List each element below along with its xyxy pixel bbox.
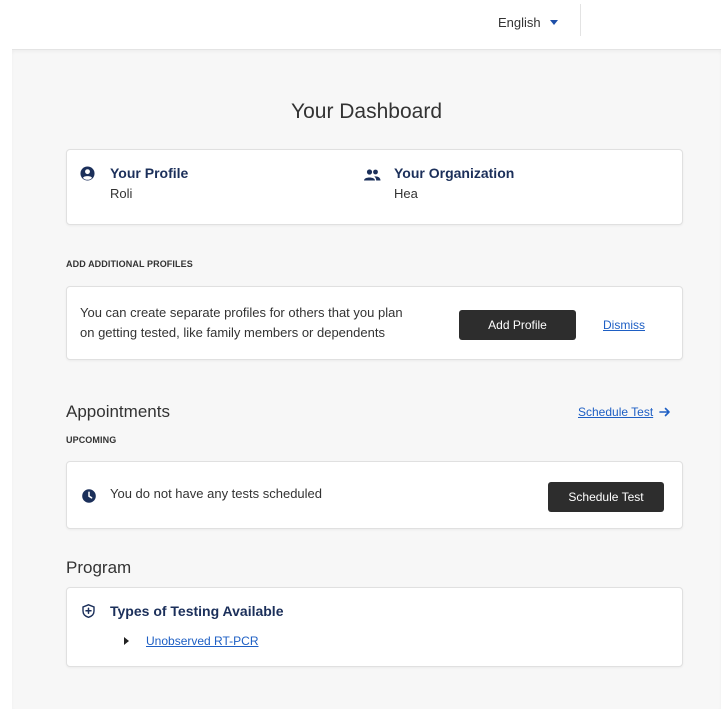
dashboard-main: Your Dashboard Your Profile Roli Your Or… [12,49,721,709]
add-profiles-label: ADD ADDITIONAL PROFILES [66,259,193,269]
schedule-test-link-group[interactable]: Schedule Test [578,405,671,419]
schedule-test-link[interactable]: Schedule Test [578,405,653,419]
shield-plus-icon [82,604,95,618]
add-profile-description-line2: on getting tested, like family members o… [80,325,385,340]
clock-icon [82,489,96,503]
add-profile-description-line1: You can create separate profiles for oth… [80,305,403,320]
add-profile-card: You can create separate profiles for oth… [66,286,683,360]
appointments-heading: Appointments [66,402,170,421]
program-card: Types of Testing Available Unobserved RT… [66,587,683,667]
unobserved-rt-pcr-link[interactable]: Unobserved RT-PCR [146,634,259,648]
language-label: English [498,14,541,30]
language-selector[interactable]: English [498,12,558,32]
caret-down-icon [549,19,558,25]
schedule-test-button[interactable]: Schedule Test [548,482,664,512]
organization-label: Your Organization [394,165,515,181]
arrow-right-icon [659,407,670,417]
upcoming-label: UPCOMING [66,435,117,445]
header-divider [580,4,581,36]
top-bar: English [0,0,721,48]
testing-types-title: Types of Testing Available [110,603,284,619]
add-profile-button[interactable]: Add Profile [459,310,576,340]
appointments-card: You do not have any tests scheduled Sche… [66,461,683,529]
page-title: Your Dashboard [291,100,442,123]
profile-label: Your Profile [110,165,189,181]
group-icon [364,169,381,181]
user-circle-icon [80,166,95,181]
dismiss-link[interactable]: Dismiss [603,318,645,332]
no-tests-message: You do not have any tests scheduled [110,486,323,501]
program-heading: Program [66,558,132,577]
organization-value: Hea [394,186,418,201]
caret-right-icon [124,637,129,645]
profile-card: Your Profile Roli Your Organization Hea [66,149,683,225]
profile-value: Roli [110,186,133,201]
testing-type-item[interactable]: Unobserved RT-PCR [124,634,259,648]
